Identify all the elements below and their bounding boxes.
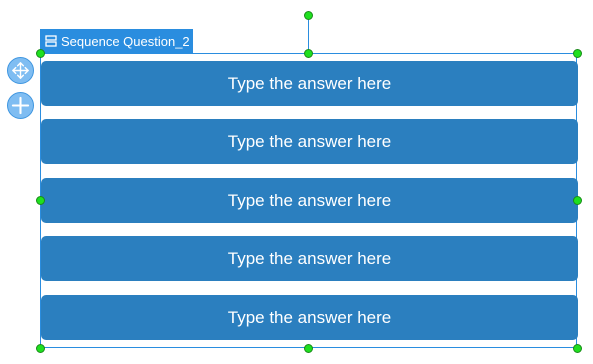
answer-item-2[interactable]: Type the answer here xyxy=(41,119,578,164)
resize-handle-top-right[interactable] xyxy=(573,49,582,58)
answer-item-1[interactable]: Type the answer here xyxy=(41,61,578,106)
answer-placeholder: Type the answer here xyxy=(227,248,392,268)
rotate-handle-line xyxy=(308,16,309,53)
answer-placeholder: Type the answer here xyxy=(227,307,392,327)
add-button[interactable] xyxy=(7,92,34,119)
answer-item-3[interactable]: Type the answer here xyxy=(41,178,578,223)
move-arrows-icon xyxy=(12,62,29,79)
resize-handle-right[interactable] xyxy=(573,196,582,205)
resize-handle-bottom-right[interactable] xyxy=(573,344,582,353)
answer-item-5[interactable]: Type the answer here xyxy=(41,295,578,340)
answer-placeholder: Type the answer here xyxy=(227,73,392,93)
answer-item-4[interactable]: Type the answer here xyxy=(41,236,578,281)
resize-handle-top-left[interactable] xyxy=(36,49,45,58)
resize-handle-bottom[interactable] xyxy=(304,344,313,353)
component-name-tag: Sequence Question_2 xyxy=(40,29,193,53)
resize-handle-top[interactable] xyxy=(304,49,313,58)
rotate-handle[interactable] xyxy=(304,11,313,20)
plus-icon xyxy=(11,96,30,115)
resize-handle-left[interactable] xyxy=(36,196,45,205)
move-button[interactable] xyxy=(7,57,34,84)
component-title: Sequence Question_2 xyxy=(61,33,190,49)
resize-handle-bottom-left[interactable] xyxy=(36,344,45,353)
answer-placeholder: Type the answer here xyxy=(227,131,392,151)
answer-placeholder: Type the answer here xyxy=(227,190,392,210)
list-layout-icon xyxy=(45,35,57,47)
